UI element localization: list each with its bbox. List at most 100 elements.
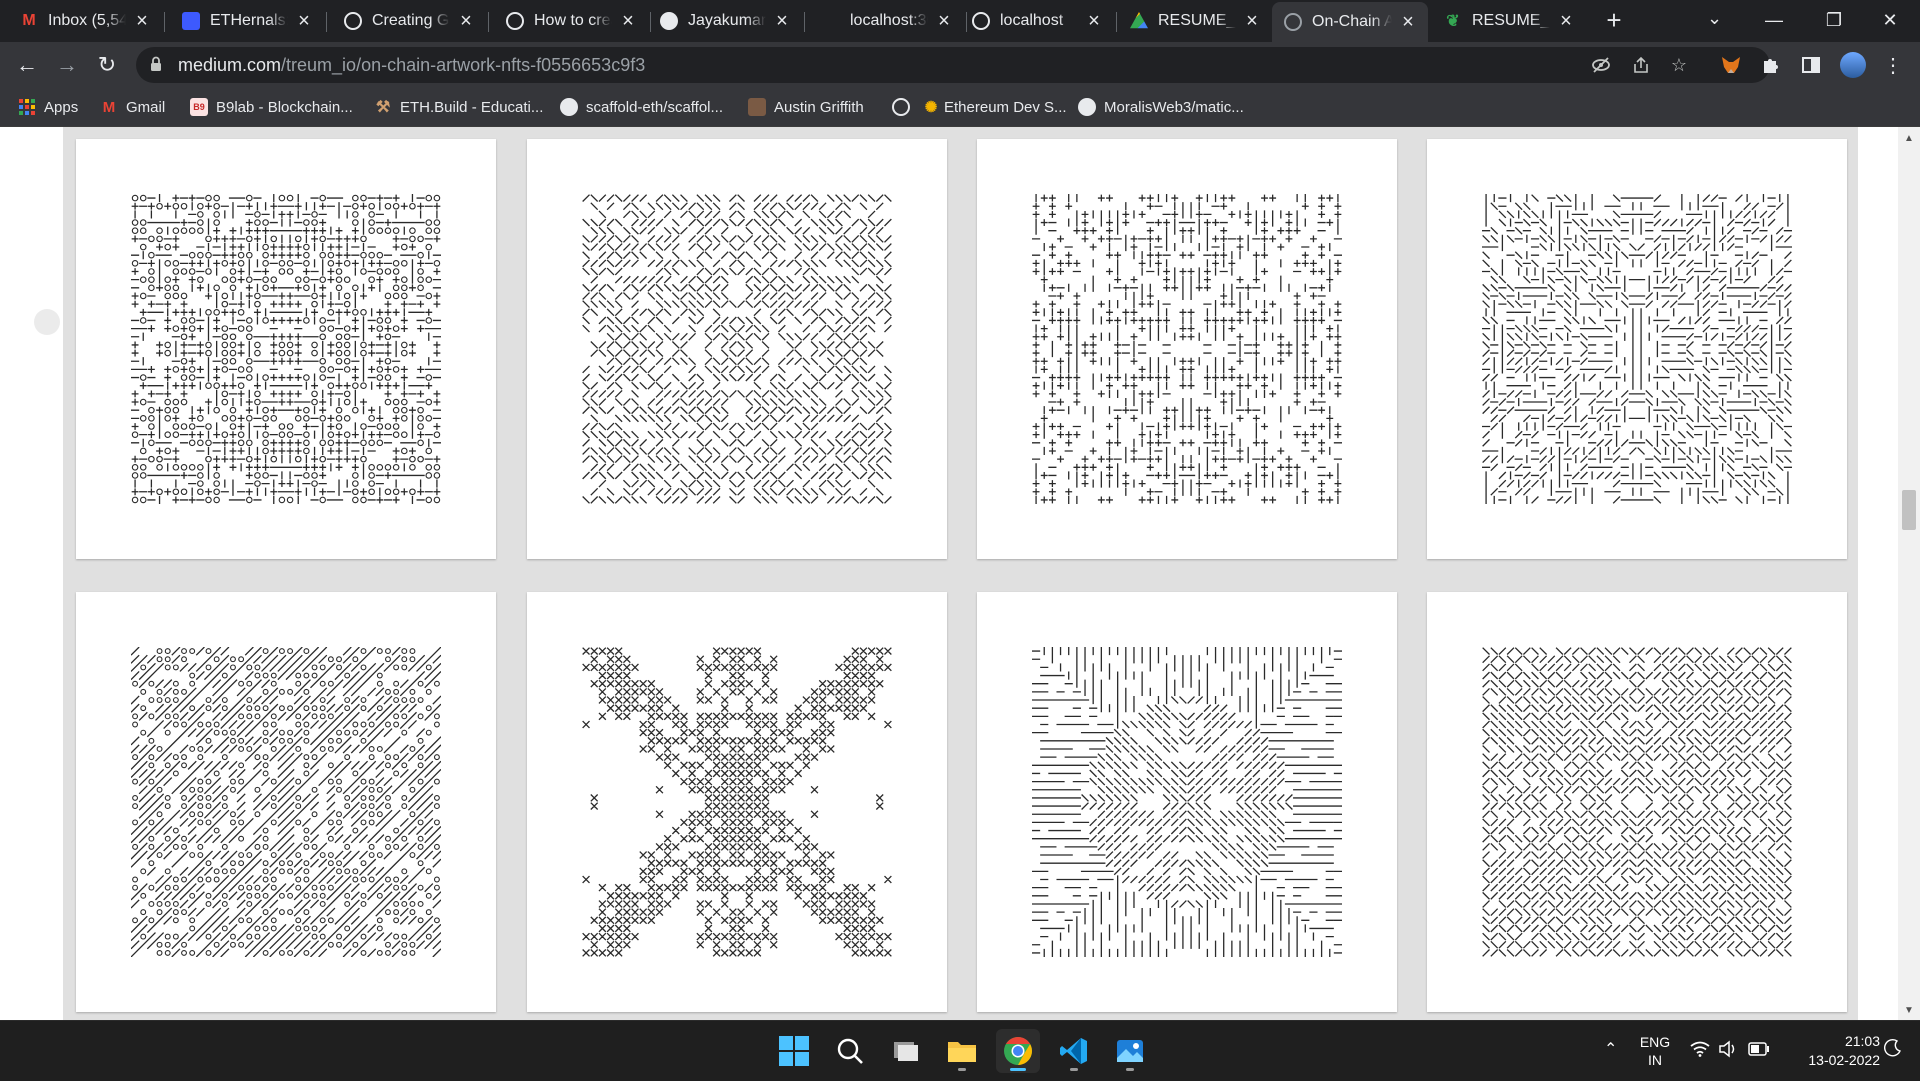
close-icon[interactable]: ×: [618, 10, 638, 33]
restore-icon[interactable]: ❐: [1804, 4, 1864, 36]
bookmark-moralis[interactable]: MoralisWeb3/matic...: [1078, 96, 1244, 118]
artwork-card[interactable]: [76, 139, 496, 559]
tab-search-icon[interactable]: ⌄: [1707, 8, 1722, 29]
start-icon[interactable]: [772, 1029, 816, 1073]
focus-moon-icon[interactable]: [1884, 1039, 1902, 1060]
bookmark-austin-griffith[interactable]: Austin Griffith: [748, 96, 864, 118]
scrollbar-thumb[interactable]: [1902, 490, 1916, 530]
wifi-icon[interactable]: [1690, 1041, 1710, 1060]
clock[interactable]: 21:03 13-02-2022: [1784, 1032, 1880, 1070]
artwork-ring: [295, 778, 302, 785]
tab-gmail[interactable]: M Inbox (5,54 ×: [8, 4, 162, 38]
minimize-icon[interactable]: —: [1744, 4, 1804, 36]
close-icon[interactable]: ×: [456, 10, 476, 33]
tab-localhost-3000[interactable]: localhost:30 ×: [810, 4, 964, 38]
search-icon[interactable]: [828, 1029, 872, 1073]
artwork-ring: [164, 835, 171, 842]
artwork-ring: [188, 374, 196, 381]
bookmark-star-icon[interactable]: ☆: [1668, 54, 1690, 76]
reload-icon[interactable]: ↻: [90, 48, 124, 82]
close-icon[interactable]: ×: [132, 10, 152, 33]
tab-how-to-create[interactable]: How to crea ×: [494, 4, 648, 38]
tab-resume-other[interactable]: ❦ RESUME_JA ×: [1432, 4, 1586, 38]
url-text[interactable]: medium.com/treum_io/on-chain-artwork-nft…: [178, 55, 645, 76]
window-close-icon[interactable]: ✕: [1860, 4, 1920, 36]
tab-localhost[interactable]: localhost ×: [960, 4, 1114, 38]
artwork-ring: [360, 697, 367, 703]
artwork-ring: [262, 243, 269, 251]
artwork-ring: [205, 778, 212, 785]
bookmark-label: Austin Griffith: [774, 98, 864, 116]
show-hidden-icons-chevron-icon[interactable]: ⌃: [1604, 1039, 1617, 1059]
close-icon[interactable]: ×: [294, 10, 314, 33]
close-icon[interactable]: ×: [1084, 10, 1104, 33]
artwork-ring: [433, 431, 441, 438]
artwork-ring: [425, 243, 433, 251]
bookmark-gmail[interactable]: M Gmail: [100, 96, 165, 118]
globe-icon: [344, 12, 362, 30]
extensions-puzzle-icon[interactable]: [1758, 52, 1784, 78]
close-icon[interactable]: ×: [772, 10, 792, 33]
artwork-ring: [385, 876, 391, 883]
metamask-icon[interactable]: [1718, 52, 1744, 78]
artwork-ring: [368, 276, 375, 283]
tab-ethernals[interactable]: ETHernals: I ×: [170, 4, 324, 38]
bookmark-b9lab[interactable]: B9 B9lab - Blockchain...: [190, 96, 353, 118]
vscode-icon[interactable]: [1052, 1029, 1096, 1073]
bookmark-label: Gmail: [126, 98, 166, 116]
task-view-icon[interactable]: [884, 1029, 928, 1073]
artwork-ring: [360, 778, 367, 785]
artwork-ring: [303, 737, 310, 744]
tab-on-chain-artwork[interactable]: On-Chain A ×: [1272, 2, 1428, 42]
artwork-ring: [335, 276, 343, 283]
bookmark-ethereum-dev[interactable]: ✺ Ethereum Dev S...: [922, 96, 1067, 118]
tab-title: RESUME_JA: [1158, 12, 1236, 29]
battery-icon[interactable]: [1748, 1042, 1770, 1059]
forward-arrow-icon[interactable]: →: [50, 48, 84, 82]
artwork-ring: [197, 276, 204, 283]
language-indicator[interactable]: ENG IN: [1638, 1033, 1672, 1069]
artwork-ring: [189, 852, 196, 858]
artwork-ring: [181, 794, 187, 801]
bookmark-ethbuild[interactable]: ⚒ ETH.Build - Educati...: [374, 96, 544, 118]
artwork-card[interactable]: [527, 139, 947, 559]
menu-kebab-icon[interactable]: ⋮: [1880, 52, 1906, 78]
share-icon[interactable]: [1630, 54, 1652, 76]
close-icon[interactable]: ×: [1398, 11, 1418, 34]
close-icon[interactable]: ×: [1242, 10, 1262, 33]
artwork-ring: [294, 415, 302, 422]
back-arrow-icon[interactable]: ←: [10, 48, 44, 82]
tab-github-jayakumar[interactable]: Jayakumar2 ×: [648, 4, 802, 38]
artwork-card[interactable]: [76, 592, 496, 1012]
artwork-card[interactable]: [1427, 139, 1847, 559]
new-tab-button[interactable]: +: [1600, 7, 1628, 35]
tab-strip: M Inbox (5,54 × ETHernals: I × Creating …: [0, 0, 1920, 42]
eye-off-icon[interactable]: [1590, 54, 1612, 76]
profile-avatar-icon[interactable]: [1840, 52, 1866, 78]
lock-icon[interactable]: [150, 56, 162, 72]
close-icon[interactable]: ×: [934, 10, 954, 33]
page-scrollbar[interactable]: ▲ ▼: [1898, 127, 1920, 1020]
photos-icon[interactable]: [1108, 1029, 1152, 1073]
artwork-ring: [221, 366, 229, 373]
close-icon[interactable]: ×: [1556, 10, 1576, 33]
address-bar[interactable]: medium.com/treum_io/on-chain-artwork-nft…: [136, 47, 1770, 83]
scroll-up-arrow-icon[interactable]: ▲: [1904, 133, 1914, 144]
chrome-icon[interactable]: [996, 1029, 1040, 1073]
artwork-card[interactable]: [527, 592, 947, 1012]
artwork-card[interactable]: [977, 139, 1397, 559]
file-explorer-icon[interactable]: [940, 1029, 984, 1073]
side-panel-icon[interactable]: [1798, 52, 1824, 78]
volume-icon[interactable]: [1718, 1040, 1738, 1061]
bookmark-scaffold-eth[interactable]: scaffold-eth/scaffol...: [560, 96, 723, 118]
scroll-down-arrow-icon[interactable]: ▼: [1904, 1005, 1914, 1016]
tab-resume-drive[interactable]: RESUME_JA ×: [1118, 4, 1272, 38]
artwork-ring: [197, 415, 204, 422]
artwork-card[interactable]: [977, 592, 1397, 1012]
artwork-ring: [319, 439, 327, 447]
tab-creating-game[interactable]: Creating Ga ×: [332, 4, 486, 38]
bookmark-apps[interactable]: Apps: [18, 96, 78, 118]
artwork-ring: [344, 705, 351, 712]
bookmark-globe[interactable]: [892, 96, 918, 118]
artwork-card[interactable]: [1427, 592, 1847, 1012]
